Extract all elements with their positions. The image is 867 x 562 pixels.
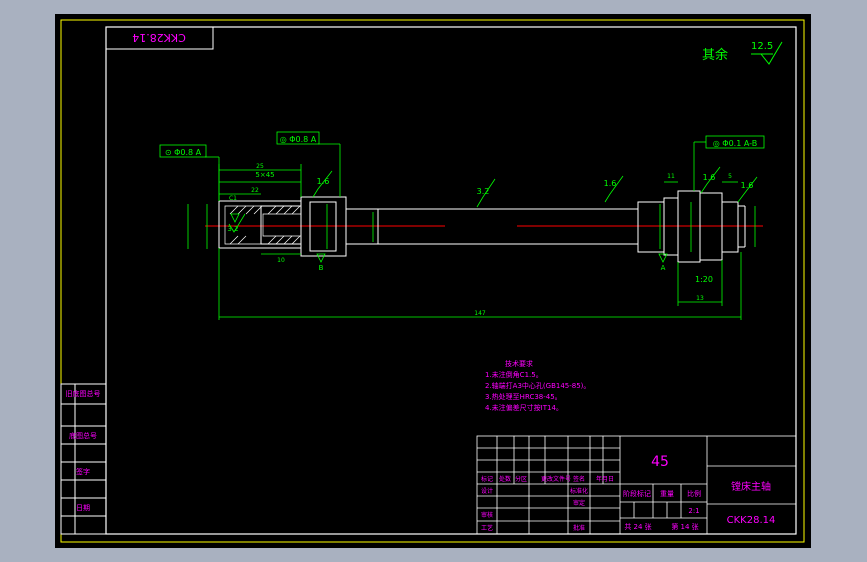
label-drawing-no: 底图总号	[69, 431, 97, 440]
standardization-label: 标准化	[570, 487, 588, 495]
dim-total-length: 147	[474, 310, 486, 317]
row-design: 设计	[481, 487, 493, 495]
dim-length-22: 22	[251, 187, 259, 194]
tolerance-frames	[159, 131, 765, 158]
approve-label: 批准	[573, 524, 585, 532]
scale-value: 2:1	[688, 507, 699, 515]
drawing-viewport[interactable]: CKK28.14 其余 12.5 旧底图总号 底图总号 签字 日期 ⊙ Φ0.8…	[55, 14, 811, 548]
scale-label: 比例	[687, 489, 701, 498]
roughness-2: 3.2	[477, 187, 490, 196]
dim-chamfer: 5×45	[255, 171, 274, 179]
inner-frame	[105, 26, 797, 535]
label-signature: 签字	[76, 467, 90, 476]
dim-length-10: 10	[277, 257, 285, 264]
datum-a-label: B	[319, 264, 324, 272]
dimension-lines	[187, 141, 758, 320]
roughness-4: 1.6	[703, 173, 716, 182]
roughness-5: 1.6	[741, 181, 754, 190]
tolerance-frame-2: ◎ Φ0.8 A	[280, 135, 317, 144]
dim-length-5: 5	[728, 173, 732, 180]
dim-length-11: 11	[667, 173, 675, 180]
row-process: 工艺	[481, 524, 493, 532]
tech-line-1: 1.未注倒角C1.5。	[485, 370, 543, 379]
tolerance-frame-1: ⊙ Φ0.8 A	[165, 148, 202, 157]
tech-line-3: 3.热处理至HRC38-45。	[485, 392, 562, 401]
sheets-total: 共 24 张	[624, 522, 651, 531]
outer-frame	[60, 19, 805, 543]
roughness-3: 1.6	[604, 179, 617, 188]
roughness-1: 1.6	[317, 177, 330, 186]
tolerance-frame-3: ◎ Φ0.1 A-B	[713, 139, 757, 148]
stamp-text: CKK28.14	[132, 31, 186, 44]
roughness-value: 12.5	[751, 41, 773, 52]
roughness-bore: 3.2	[227, 225, 238, 233]
tech-requirements: 技术要求 1.未注倒角C1.5。 2.轴端打A3中心孔(GB145-85)。 3…	[485, 359, 590, 412]
stage-label: 阶段标记	[623, 489, 651, 498]
left-label-column: 旧底图总号 底图总号 签字 日期	[60, 383, 107, 535]
label-date: 日期	[76, 504, 90, 512]
dim-length-25: 25	[256, 163, 264, 170]
dim-length-13: 13	[696, 295, 704, 302]
cad-drawing: CKK28.14 其余 12.5 旧底图总号 底图总号 签字 日期 ⊙ Φ0.8…	[60, 19, 805, 543]
tech-line-2: 2.轴端打A3中心孔(GB145-85)。	[485, 381, 590, 390]
dim-taper: 1:20	[695, 275, 713, 284]
dim-cham-c1: C1	[229, 195, 237, 202]
rev-header-mark: 标记	[481, 475, 493, 483]
check-label: 审定	[573, 499, 585, 507]
rev-header-count: 处数	[499, 475, 511, 483]
sheet-number: 第 14 张	[671, 522, 698, 531]
rev-header-sign: 签名	[573, 475, 585, 483]
part-name: 镗床主轴	[731, 480, 771, 493]
row-review: 审核	[481, 511, 493, 519]
roughness-label: 其余	[702, 47, 728, 63]
drawing-number: CKK28.14	[727, 515, 776, 526]
datum-b-label: A	[661, 264, 666, 272]
label-old-drawing-no: 旧底图总号	[66, 389, 101, 398]
rev-header-file: 更改文件号	[541, 475, 571, 483]
material-value: 45	[651, 454, 669, 470]
rev-header-zone: 分区	[515, 475, 527, 483]
tech-line-4: 4.未注偏差尺寸按IT14。	[485, 403, 563, 412]
weight-label: 重量	[660, 490, 674, 498]
tech-title: 技术要求	[505, 359, 533, 368]
rev-header-date: 年月日	[596, 475, 614, 483]
